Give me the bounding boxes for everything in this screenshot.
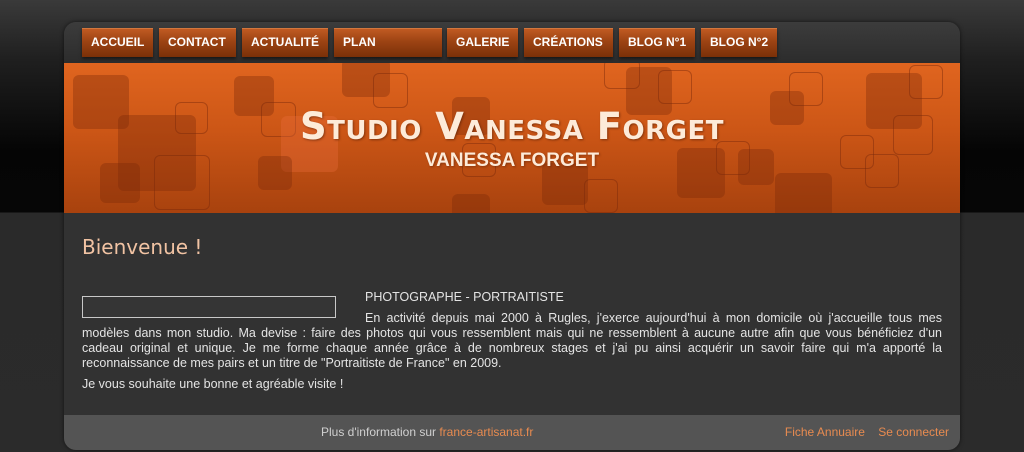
main-nav: ACCUEIL CONTACT ACTUALITÉ PLAN GALERIE C…	[64, 22, 960, 63]
header-banner: Studio Vanessa Forget VANESSA FORGET	[64, 63, 960, 213]
image-placeholder	[82, 296, 336, 318]
fiche-annuaire-link[interactable]: Fiche Annuaire	[785, 425, 865, 439]
site-title: Studio Vanessa Forget	[299, 105, 725, 148]
intro-text-block: PHOTOGRAPHE - PORTRAITISTE En activité d…	[82, 290, 942, 392]
decorative-square	[775, 173, 832, 213]
closing-line: Je vous souhaite une bonne et agréable v…	[82, 377, 344, 391]
decorative-square	[909, 65, 943, 99]
welcome-heading: Bienvenue !	[82, 235, 203, 259]
nav-blog-1[interactable]: BLOG N°1	[619, 28, 695, 57]
login-link[interactable]: Se connecter	[878, 425, 949, 439]
main-content: Bienvenue ! PHOTOGRAPHE - PORTRAITISTE E…	[64, 213, 960, 415]
nav-contact[interactable]: CONTACT	[159, 28, 236, 57]
nav-plan[interactable]: PLAN	[334, 28, 442, 57]
decorative-square	[373, 73, 408, 108]
intro-paragraph: En activité depuis mai 2000 à Rugles, j'…	[82, 311, 942, 370]
nav-accueil[interactable]: ACCUEIL	[82, 28, 153, 57]
decorative-square	[584, 179, 618, 213]
nav-galerie[interactable]: GALERIE	[447, 28, 518, 57]
decorative-square	[658, 70, 692, 104]
footer: Plus d'information sur france-artisanat.…	[64, 415, 960, 450]
decorative-square	[789, 72, 823, 106]
nav-blog-2[interactable]: BLOG N°2	[701, 28, 777, 57]
nav-actualite[interactable]: ACTUALITÉ	[242, 28, 328, 57]
footer-info-text: Plus d'information sur	[321, 425, 440, 439]
decorative-square	[452, 194, 490, 213]
page-frame: ACCUEIL CONTACT ACTUALITÉ PLAN GALERIE C…	[64, 22, 960, 450]
footer-links: Fiche Annuaire Se connecter	[775, 415, 949, 450]
footer-info: Plus d'information sur france-artisanat.…	[321, 415, 533, 450]
nav-creations[interactable]: CRÉATIONS	[524, 28, 613, 57]
site-subtitle: VANESSA FORGET	[424, 150, 600, 171]
footer-partner-link[interactable]: france-artisanat.fr	[439, 425, 533, 439]
